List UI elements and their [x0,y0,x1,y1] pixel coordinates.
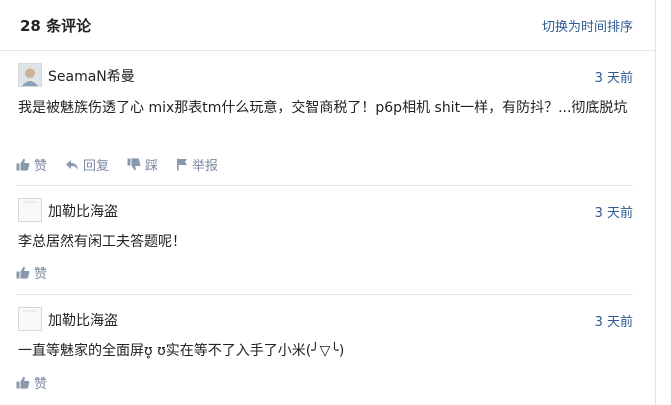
thumbs-up-icon [16,376,30,389]
default-avatar-icon [19,308,41,330]
like-label: 赞 [34,377,48,392]
report-label: 举报 [192,159,219,174]
comment-item: SeamaN希曼 3 天前 我是被魅族伤透了心 mix那表tm什么玩意，交智商税… [16,50,633,186]
user-name[interactable]: 加勒比海盗 [48,201,118,221]
flag-icon [177,158,188,171]
comment-actions: 赞 回复 踩 举报 [16,155,236,174]
reply-button[interactable]: 回复 [65,155,109,174]
comment-item: 加勒比海盗 3 天前 一直等魅家的全面屏ʊ̥ ʊ实在等不了入手了小米(╯▽╰) … [16,295,633,405]
comment-item: 加勒比海盗 3 天前 李总居然有闲工夫答题呢！ 赞 [16,186,633,295]
report-button[interactable]: 举报 [176,155,218,174]
dislike-label: 踩 [145,159,159,174]
like-button[interactable]: 赞 [16,263,47,282]
avatar[interactable] [18,307,42,331]
reply-icon [66,159,79,170]
sort-toggle-link[interactable]: 切换为时间排序 [542,16,633,35]
thumbs-up-icon [16,158,30,171]
comment-count: 28 条评论 [20,17,92,35]
comment-time: 3 天前 [594,71,633,86]
comment-actions: 赞 [16,263,65,282]
comments-panel: 28 条评论 切换为时间排序 SeamaN希曼 3 天前 我是被魅族伤透了心 m… [0,0,656,405]
comments-header: 28 条评论 切换为时间排序 [0,0,655,51]
user-photo-icon [19,64,41,86]
thumbs-down-icon [127,158,141,171]
like-button[interactable]: 赞 [16,155,47,174]
like-label: 赞 [34,159,48,174]
dislike-button[interactable]: 踩 [127,155,158,174]
avatar[interactable] [18,63,42,87]
like-button[interactable]: 赞 [16,373,47,392]
comment-actions: 赞 [16,373,65,392]
comment-text: 李总居然有闲工夫答题呢！ [18,234,186,250]
user-name[interactable]: 加勒比海盗 [48,310,118,330]
comment-text: 我是被魅族伤透了心 mix那表tm什么玩意，交智商税了！p6p相机 shit一样… [18,100,628,116]
thumbs-up-icon [16,266,30,279]
comment-text: 一直等魅家的全面屏ʊ̥ ʊ实在等不了入手了小米(╯▽╰) [18,343,345,359]
default-avatar-icon [19,199,41,221]
reply-label: 回复 [83,159,110,174]
comment-time: 3 天前 [594,315,633,330]
avatar[interactable] [18,198,42,222]
comment-time: 3 天前 [594,206,633,221]
user-name[interactable]: SeamaN希曼 [48,66,135,86]
like-label: 赞 [34,267,48,282]
